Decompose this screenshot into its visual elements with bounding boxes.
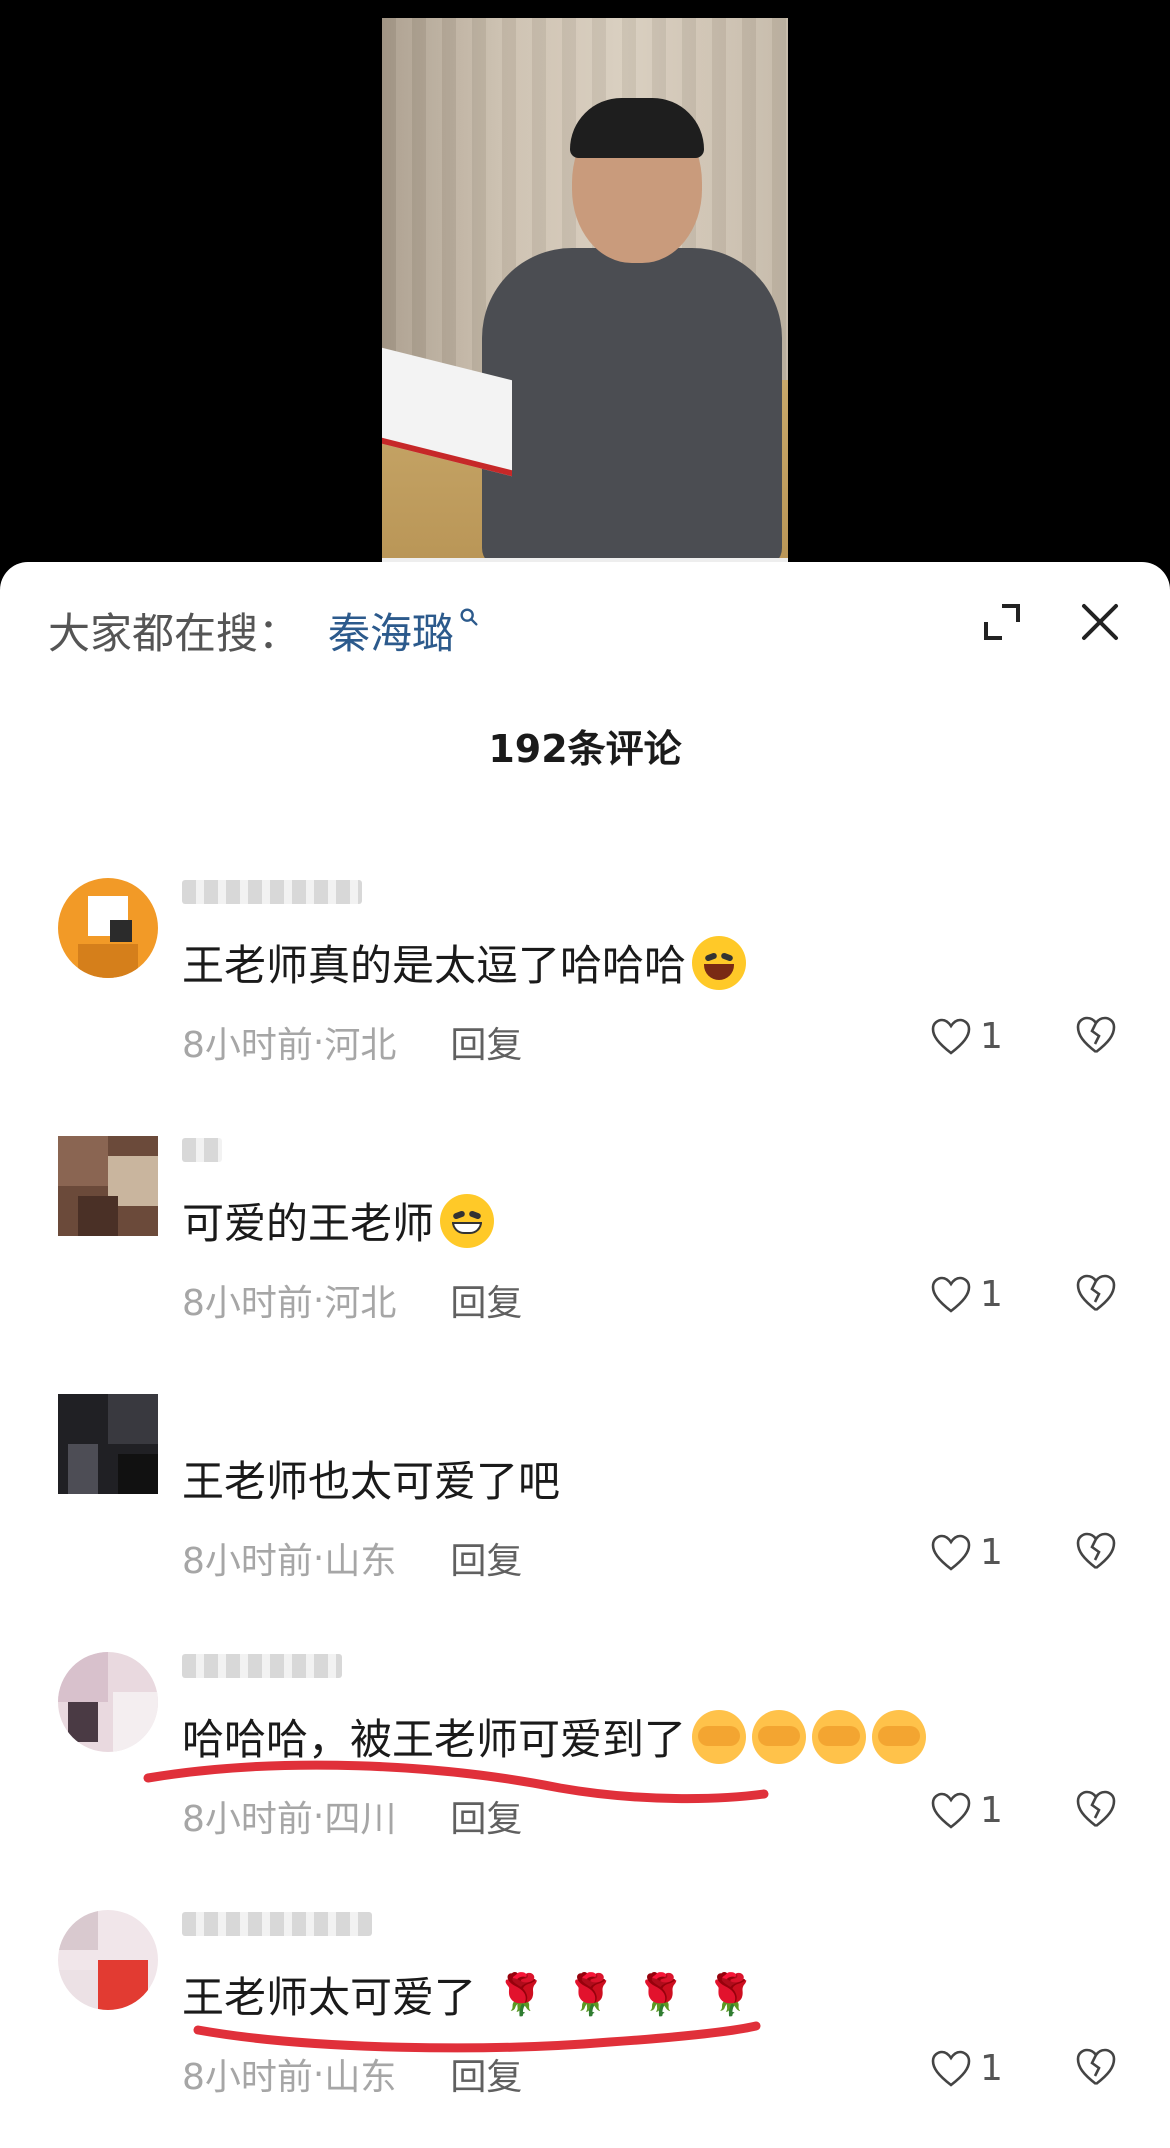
face-covering-emoji [812,1709,867,1764]
comment-text-content: 可爱的王老师 [182,1199,435,1248]
laughing-tears-emoji [692,935,747,990]
heart-icon [931,2050,971,2087]
reply-button[interactable]: 回复 [450,1790,522,1842]
comment-item: 王老师真的是太逗了哈哈哈 8小时前 · 河北 回复 1 [0,878,1170,1078]
broken-heart-icon[interactable] [1074,1530,1118,1572]
username-blurred[interactable] [182,1654,342,1678]
trending-search-row: 大家都在搜： 秦海璐 [48,602,480,658]
avatar[interactable] [58,1910,158,2010]
rose-emoji: 🌹 [565,1972,616,2018]
rose-emoji: 🌹 [635,1972,686,2018]
comment-text: 王老师也太可爱了吧 [182,1448,560,1509]
comment-text: 哈哈哈，被王老师可爱到了 [182,1706,927,1767]
comment-location: 河北 [324,1025,397,1066]
avatar[interactable] [58,878,158,978]
like-button[interactable]: 1 [930,1274,1003,1315]
rose-emoji: 🌹 [705,1972,756,2018]
face-covering-emoji [752,1709,807,1764]
comment-location: 山东 [324,1541,397,1582]
username-blurred[interactable] [182,1138,222,1162]
trending-search-label: 大家都在搜： [48,608,301,658]
like-button[interactable]: 1 [930,2048,1003,2089]
comment-item: 哈哈哈，被王老师可爱到了 8小时前 · 四川 回复 1 [0,1652,1170,1852]
person-body [482,248,782,568]
like-count: 1 [980,1532,1003,1573]
comment-time: 8小时前 [182,1025,313,1066]
comment-meta: 8小时前 · 河北 回复 [182,1274,522,1326]
meta-separator: · [312,1795,325,1837]
comment-meta: 8小时前 · 四川 回复 [182,1790,522,1842]
comment-location: 河北 [324,1283,397,1324]
rose-emoji: 🌹 [496,1972,546,2018]
broken-heart-icon[interactable] [1074,1272,1118,1314]
comment-text-content: 王老师真的是太逗了哈哈哈 [182,941,687,990]
comment-text-content: 王老师太可爱了 [182,1973,477,2022]
search-icon [460,608,478,626]
username-blurred[interactable] [182,880,362,904]
like-count: 1 [980,1274,1003,1315]
meta-separator: · [312,2053,325,2095]
comment-item: 王老师太可爱了 🌹 🌹 🌹 🌹 8小时前 · 山东 回复 1 [0,1910,1170,2110]
comment-time: 8小时前 [182,1799,313,1840]
reply-button[interactable]: 回复 [450,1016,522,1068]
comment-text-content: 哈哈哈，被王老师可爱到了 [182,1715,687,1764]
face-covering-emoji [872,1709,927,1764]
comment-meta: 8小时前 · 山东 回复 [182,1532,522,1584]
like-count: 1 [980,1016,1003,1057]
expand-icon[interactable] [978,598,1026,646]
comment-count: 192条评论 [488,727,682,771]
avatar[interactable] [58,1394,158,1494]
comment-text: 可爱的王老师 [182,1190,495,1251]
comment-item: 王老师也太可爱了吧 8小时前 · 山东 回复 1 [0,1394,1170,1594]
close-icon[interactable] [1076,598,1124,646]
like-button[interactable]: 1 [930,1016,1003,1057]
like-count: 1 [980,2048,1003,2089]
heart-icon [931,1276,971,1313]
comment-text: 王老师太可爱了 🌹 🌹 🌹 🌹 [182,1964,755,2025]
comment-location: 四川 [324,1799,397,1840]
video-player[interactable] [0,0,1170,580]
broken-heart-icon[interactable] [1074,1014,1118,1056]
heart-icon [931,1534,971,1571]
video-thumbnail[interactable] [382,18,788,580]
comment-meta: 8小时前 · 河北 回复 [182,1016,522,1068]
broken-heart-icon[interactable] [1074,2046,1118,2088]
reply-button[interactable]: 回复 [450,1532,522,1584]
heart-icon [931,1018,971,1055]
comment-time: 8小时前 [182,2057,313,2098]
comment-location: 山东 [324,2057,397,2098]
username-blurred[interactable] [182,1912,372,1936]
like-button[interactable]: 1 [930,1790,1003,1831]
reply-button[interactable]: 回复 [450,1274,522,1326]
trending-search-term[interactable]: 秦海璐 [328,600,454,661]
broken-heart-icon[interactable] [1074,1788,1118,1830]
meta-separator: · [312,1021,325,1063]
comment-sheet: 大家都在搜： 秦海璐 192条评论 王老师真的是太逗了哈哈哈 8小时前 · 河北 [0,562,1170,2148]
comment-time: 8小时前 [182,1541,313,1582]
avatar[interactable] [58,1136,158,1236]
like-count: 1 [980,1790,1003,1831]
comment-item: 可爱的王老师 8小时前 · 河北 回复 1 [0,1136,1170,1336]
comment-time: 8小时前 [182,1283,313,1324]
avatar[interactable] [58,1652,158,1752]
comment-text: 王老师真的是太逗了哈哈哈 [182,932,747,993]
meta-separator: · [312,1279,325,1321]
face-covering-emoji [692,1709,747,1764]
grin-emoji [440,1193,495,1248]
meta-separator: · [312,1537,325,1579]
like-button[interactable]: 1 [930,1532,1003,1573]
reply-button[interactable]: 回复 [450,2048,522,2100]
heart-icon [931,1792,971,1829]
comment-meta: 8小时前 · 山东 回复 [182,2048,522,2100]
comment-text-content: 王老师也太可爱了吧 [182,1457,561,1506]
